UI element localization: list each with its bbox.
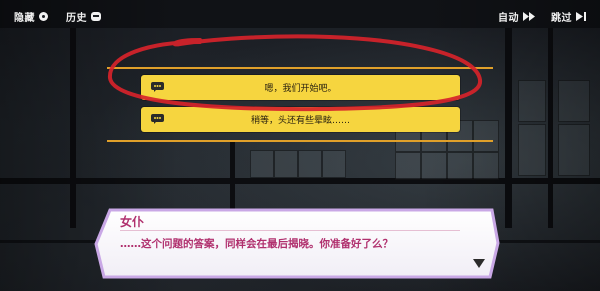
next-arrow-icon[interactable]: [473, 259, 485, 269]
speaker-divider: [120, 230, 460, 231]
dialog-text: ……这个问题的答案，同样会在最后揭晓。你准备好了么？: [120, 238, 393, 250]
speaker-name: 女仆: [120, 215, 145, 229]
